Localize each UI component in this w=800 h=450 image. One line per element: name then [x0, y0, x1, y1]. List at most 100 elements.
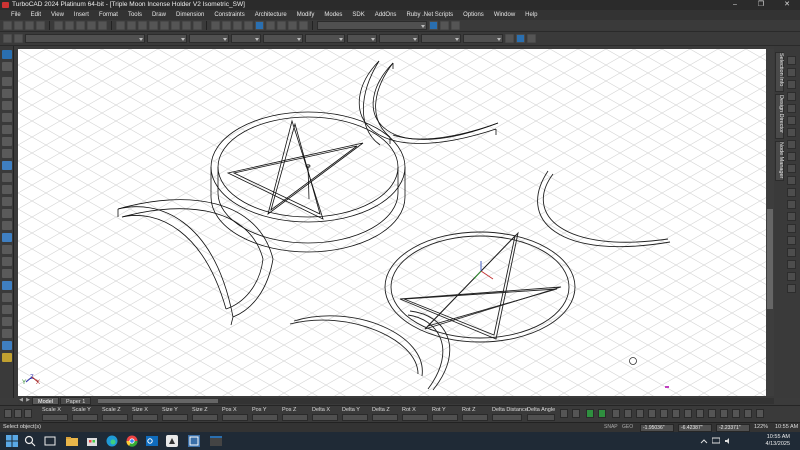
field-delta-z[interactable] [372, 414, 398, 421]
pick-icon[interactable] [516, 34, 525, 43]
offset-tool-icon[interactable] [2, 329, 12, 338]
workplane-tool-icon[interactable] [2, 353, 12, 362]
restore-button[interactable]: ❐ [748, 0, 774, 10]
rotate-tool-icon[interactable] [2, 293, 12, 302]
field-scale-z[interactable] [102, 414, 128, 421]
menu-format[interactable]: Format [94, 10, 123, 20]
inspector-tool-icon[interactable] [660, 409, 668, 418]
box-tool-icon[interactable] [2, 161, 12, 170]
material-select[interactable] [421, 34, 461, 43]
minimize-button[interactable]: – [722, 0, 748, 10]
field-delta-angle[interactable] [527, 414, 555, 421]
save-icon[interactable] [25, 21, 34, 30]
panel-tool-icon[interactable] [787, 56, 796, 65]
inspector-tool-icon[interactable] [684, 409, 692, 418]
menu-options[interactable]: Options [458, 10, 489, 20]
panel-tool-icon[interactable] [787, 116, 796, 125]
tab-node-manager[interactable]: Node Manager [775, 141, 784, 181]
panel-tool-icon[interactable] [787, 68, 796, 77]
inspector-tool-icon[interactable] [696, 409, 704, 418]
close-button[interactable]: ✕ [774, 0, 800, 10]
properties-icon[interactable] [222, 21, 231, 30]
panel-tool-icon[interactable] [787, 104, 796, 113]
app-icon-taskbar[interactable] [166, 435, 178, 447]
file-explorer-icon[interactable] [66, 435, 78, 447]
sphere-tool-icon[interactable] [2, 185, 12, 194]
field-delta-distance[interactable] [492, 414, 522, 421]
panel-tool-icon[interactable] [787, 188, 796, 197]
new-file-icon[interactable] [3, 21, 12, 30]
redraw-icon[interactable] [171, 21, 180, 30]
redo-icon[interactable] [98, 21, 107, 30]
panel-tool-icon[interactable] [787, 200, 796, 209]
field-delta-y[interactable] [342, 414, 368, 421]
inspector-tool-icon[interactable] [756, 409, 764, 418]
turbocad-taskbar-icon[interactable] [188, 435, 200, 447]
curve-tool-icon[interactable] [2, 125, 12, 134]
hatch-tool-icon[interactable] [2, 173, 12, 182]
text-tool-icon[interactable] [2, 137, 12, 146]
select-tool-icon[interactable] [2, 50, 12, 59]
extrude-tool-icon[interactable] [2, 209, 12, 218]
line-tool-icon[interactable] [2, 77, 12, 86]
task-view-icon[interactable] [44, 435, 56, 447]
paste-icon[interactable] [76, 21, 85, 30]
tab-design-director[interactable]: Design Director [775, 94, 784, 139]
mirror-tool-icon[interactable] [2, 305, 12, 314]
boolean-tool-icon[interactable] [2, 233, 12, 242]
lineweight-select[interactable] [231, 34, 261, 43]
store-icon[interactable] [86, 435, 98, 447]
menu-architecture[interactable]: Architecture [250, 10, 292, 20]
panel-tool-icon[interactable] [787, 248, 796, 257]
revolve-tool-icon[interactable] [2, 221, 12, 230]
field-scale-x[interactable] [42, 414, 68, 421]
field-pos-x[interactable] [222, 414, 248, 421]
windows-start-icon[interactable] [6, 435, 18, 447]
zoom-out-icon[interactable] [127, 21, 136, 30]
print-icon[interactable] [36, 21, 45, 30]
menu-view[interactable]: View [46, 10, 69, 20]
field-pos-z[interactable] [282, 414, 308, 421]
light-icon[interactable] [288, 21, 297, 30]
field-pos-y[interactable] [252, 414, 278, 421]
volume-icon[interactable] [724, 435, 732, 447]
inspector-tool-icon[interactable] [744, 409, 752, 418]
panel-tool-icon[interactable] [787, 224, 796, 233]
field-scale-y[interactable] [72, 414, 98, 421]
settings-icon[interactable] [451, 21, 460, 30]
inspector-options-icon[interactable] [24, 409, 32, 418]
menu-addons[interactable]: AddOns [370, 10, 402, 20]
zoom-extents-icon[interactable] [149, 21, 158, 30]
field-rot-x[interactable] [402, 414, 428, 421]
panel-tool-icon[interactable] [787, 92, 796, 101]
dimension-tool-icon[interactable] [2, 149, 12, 158]
panel-tool-icon[interactable] [787, 152, 796, 161]
open-file-icon[interactable] [14, 21, 23, 30]
field-size-y[interactable] [162, 414, 188, 421]
taskbar-clock[interactable]: 10:55 AM 4/13/2025 [766, 434, 790, 448]
gear-icon[interactable] [3, 34, 12, 43]
tray-chevron-icon[interactable] [700, 435, 708, 447]
field-rot-y[interactable] [432, 414, 458, 421]
panel-tool-icon[interactable] [787, 140, 796, 149]
menu-help[interactable]: Help [520, 10, 542, 20]
linetype-select[interactable] [189, 34, 229, 43]
layer-state-icon[interactable] [14, 34, 23, 43]
pan-icon[interactable] [160, 21, 169, 30]
edge-browser-icon[interactable] [106, 435, 118, 447]
zoom-in-icon[interactable] [116, 21, 125, 30]
move-tool-icon[interactable] [2, 281, 12, 290]
inspector-tool-icon[interactable] [572, 409, 580, 418]
array-tool-icon[interactable] [2, 317, 12, 326]
thickness-select[interactable] [463, 34, 503, 43]
layer-icon[interactable] [211, 21, 220, 30]
menu-edit[interactable]: Edit [26, 10, 46, 20]
shell-tool-icon[interactable] [2, 269, 12, 278]
search-icon[interactable] [24, 435, 36, 447]
geo-indicator[interactable]: GEO [622, 424, 633, 430]
help-icon[interactable] [440, 21, 449, 30]
menu-draw[interactable]: Draw [147, 10, 171, 20]
snap-indicator[interactable]: SNAP [604, 424, 618, 430]
brush-select[interactable] [305, 34, 345, 43]
inspector-tool-icon[interactable] [612, 409, 620, 418]
